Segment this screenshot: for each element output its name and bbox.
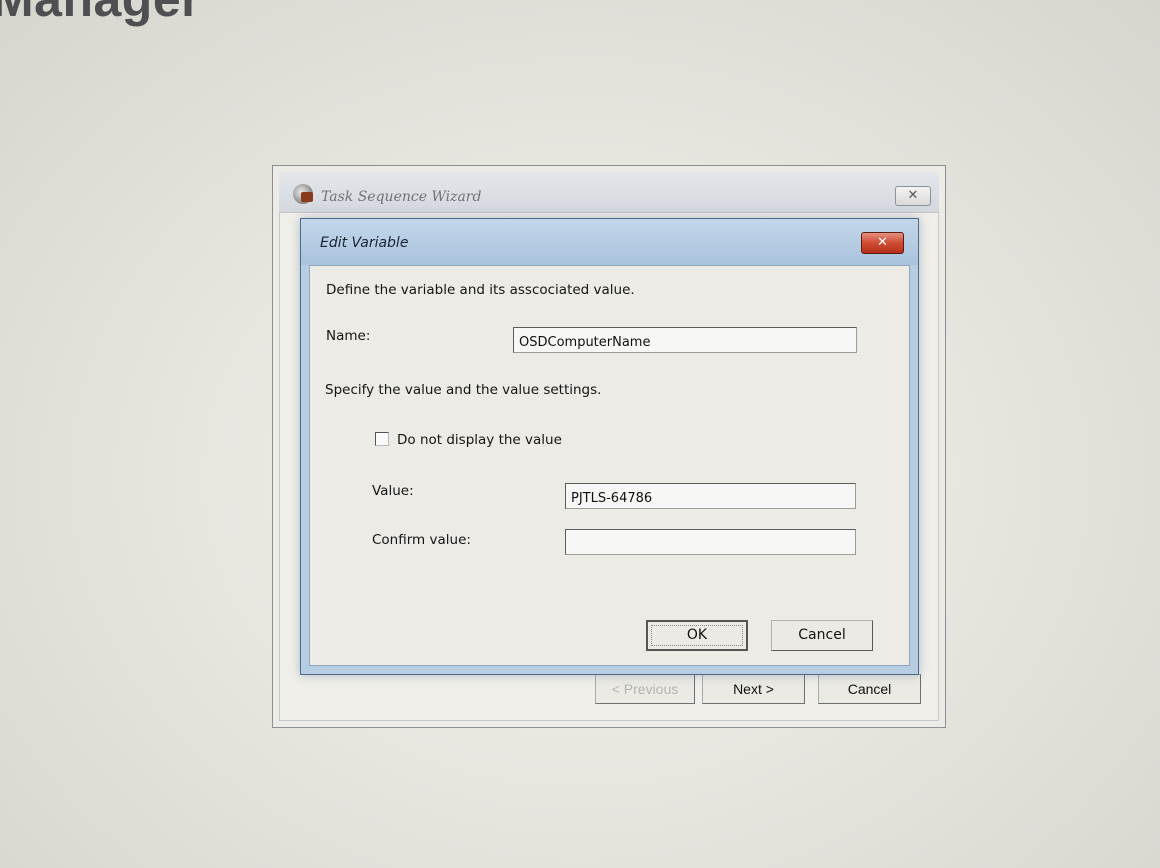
ok-button[interactable]: OK: [646, 620, 748, 651]
dialog-title: Edit Variable: [320, 235, 409, 251]
wizard-close-button[interactable]: ✕: [895, 186, 931, 206]
dialog-close-button[interactable]: ✕: [861, 232, 904, 254]
dialog-titlebar: Edit Variable ✕: [301, 219, 918, 265]
value-field[interactable]: [565, 483, 856, 509]
wizard-previous-button[interactable]: < Previous: [595, 674, 695, 704]
name-label: Name:: [326, 328, 371, 344]
dialog-body: [309, 265, 910, 666]
task-sequence-wizard-icon: [293, 184, 313, 204]
background-app-title: Manager: [0, 0, 201, 28]
confirm-value-label: Confirm value:: [372, 532, 471, 548]
close-icon: ✕: [907, 188, 919, 203]
dialog-intro-text: Define the variable and its asscociated …: [326, 282, 635, 298]
settings-text: Specify the value and the value settings…: [325, 382, 602, 398]
wizard-titlebar: Task Sequence Wizard ✕: [279, 172, 939, 212]
wizard-title: Task Sequence Wizard: [321, 189, 482, 205]
dialog-cancel-button[interactable]: Cancel: [771, 620, 873, 651]
do-not-display-checkbox[interactable]: [375, 432, 389, 446]
do-not-display-label: Do not display the value: [397, 432, 562, 448]
confirm-value-field[interactable]: [565, 529, 856, 555]
wizard-cancel-button[interactable]: Cancel: [818, 674, 921, 704]
edit-variable-dialog: Edit Variable ✕ Define the variable and …: [300, 218, 919, 675]
wizard-next-button[interactable]: Next >: [702, 674, 805, 704]
name-field[interactable]: [513, 327, 857, 353]
value-label: Value:: [372, 483, 414, 499]
close-icon: ✕: [877, 235, 888, 250]
